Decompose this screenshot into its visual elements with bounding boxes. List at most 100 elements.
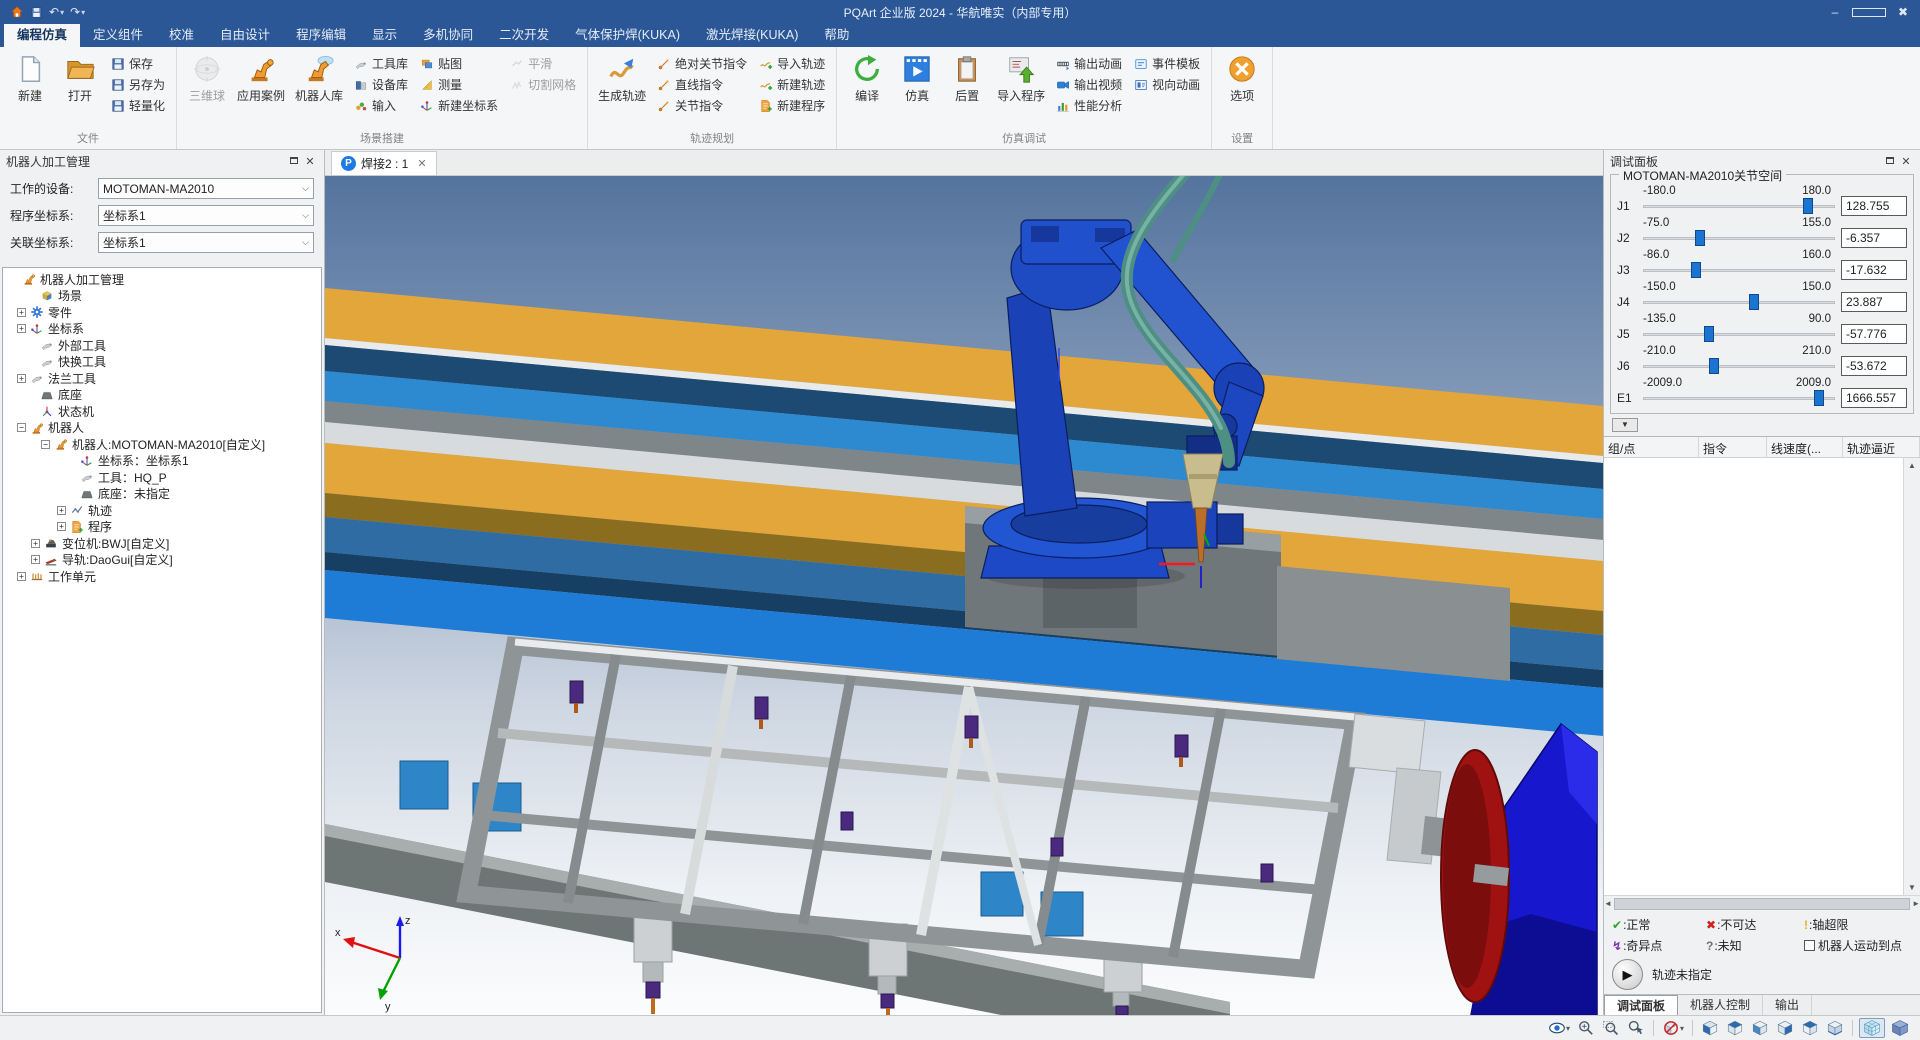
- j5-slider-thumb[interactable]: [1704, 326, 1714, 342]
- e1-slider-thumb[interactable]: [1814, 390, 1824, 406]
- event-template-button[interactable]: 事件模板: [1128, 53, 1206, 74]
- tree-item-state-machine[interactable]: 状态机: [3, 403, 321, 420]
- tab-define-component[interactable]: 定义组件: [80, 24, 156, 47]
- view-bottom-icon[interactable]: [1824, 1018, 1846, 1038]
- minimize-button[interactable]: –: [1818, 0, 1852, 24]
- float-panel-icon[interactable]: [1882, 155, 1898, 167]
- j4-slider[interactable]: [1643, 293, 1835, 311]
- j3-slider-thumb[interactable]: [1691, 262, 1701, 278]
- save-as-button[interactable]: 另存为: [105, 74, 171, 95]
- tab-output[interactable]: 输出: [1763, 995, 1812, 1015]
- export-video-button[interactable]: 输出视频: [1050, 74, 1128, 95]
- column-header-linear-speed[interactable]: 线速度(...: [1767, 437, 1843, 457]
- scroll-up-icon[interactable]: ▲: [1908, 458, 1916, 473]
- j2-value-input[interactable]: -6.357: [1841, 228, 1907, 248]
- scrollbar-thumb[interactable]: [1614, 898, 1910, 910]
- linked-coord-select[interactable]: 坐标系1⌵: [98, 232, 314, 253]
- tree-item-quick-tools[interactable]: 快换工具: [3, 354, 321, 371]
- import-program-button[interactable]: 导入程序: [992, 50, 1050, 132]
- view-orientation-icon[interactable]: ▾: [1546, 1018, 1572, 1038]
- save-button[interactable]: 保存: [105, 53, 171, 74]
- export-animation-button[interactable]: 输出动画: [1050, 53, 1128, 74]
- j1-value-input[interactable]: 128.755: [1841, 196, 1907, 216]
- tree-item-robot-coord[interactable]: 坐标系：坐标系1: [3, 453, 321, 470]
- tree-item-rail[interactable]: +导轨:DaoGui[自定义]: [3, 552, 321, 569]
- app-cases-button[interactable]: 应用案例: [232, 50, 290, 132]
- view-animation-button[interactable]: 视向动画: [1128, 74, 1206, 95]
- tab-laser-welding-kuka[interactable]: 激光焊接(KUKA): [693, 24, 811, 47]
- j3-slider[interactable]: [1643, 261, 1835, 279]
- play-trajectory-button[interactable]: ▶: [1612, 959, 1643, 990]
- smooth-button[interactable]: 平滑: [504, 53, 582, 74]
- j1-slider[interactable]: [1643, 197, 1835, 215]
- scroll-down-icon[interactable]: ▼: [1908, 880, 1916, 895]
- j5-slider[interactable]: [1643, 325, 1835, 343]
- new-coord-button[interactable]: 新建坐标系: [414, 95, 504, 116]
- collapse-icon[interactable]: −: [41, 440, 50, 449]
- tab-robot-control[interactable]: 机器人控制: [1678, 995, 1763, 1015]
- zoom-window-icon[interactable]: [1600, 1018, 1622, 1038]
- tab-program-edit[interactable]: 程序编辑: [283, 24, 359, 47]
- redo-button[interactable]: ↷▾: [70, 5, 85, 19]
- maximize-button[interactable]: [1852, 0, 1886, 24]
- view-back-icon[interactable]: [1724, 1018, 1746, 1038]
- compile-button[interactable]: 编译: [842, 50, 892, 132]
- scroll-left-icon[interactable]: ◄: [1604, 896, 1612, 911]
- column-header-group-point[interactable]: 组/点: [1604, 437, 1699, 457]
- texture-button[interactable]: 贴图: [414, 53, 504, 74]
- close-panel-icon[interactable]: ✕: [1898, 155, 1914, 168]
- robot-library-button[interactable]: 机器人库: [290, 50, 348, 132]
- j6-slider[interactable]: [1643, 357, 1835, 375]
- j4-value-input[interactable]: 23.887: [1841, 292, 1907, 312]
- tree-item-flange-tools[interactable]: +法兰工具: [3, 370, 321, 387]
- view-right-icon[interactable]: [1774, 1018, 1796, 1038]
- e1-value-input[interactable]: 1666.557: [1841, 388, 1907, 408]
- measure-button[interactable]: 测量: [414, 74, 504, 95]
- e1-slider[interactable]: [1643, 389, 1835, 407]
- table-vertical-scrollbar[interactable]: ▲ ▼: [1903, 458, 1920, 895]
- tree-item-robot-base[interactable]: 底座：未指定: [3, 486, 321, 503]
- viewport-3d-scene[interactable]: z x y: [325, 176, 1603, 1015]
- zoom-in-icon[interactable]: [1575, 1018, 1597, 1038]
- j4-slider-thumb[interactable]: [1749, 294, 1759, 310]
- import-button[interactable]: 输入: [348, 95, 414, 116]
- close-button[interactable]: ✖: [1886, 0, 1920, 24]
- positioner-disc[interactable]: [1441, 750, 1509, 1002]
- performance-analysis-button[interactable]: 性能分析: [1050, 95, 1128, 116]
- new-trajectory-button[interactable]: 新建轨迹: [753, 74, 831, 95]
- tab-display[interactable]: 显示: [359, 24, 410, 47]
- tab-help[interactable]: 帮助: [811, 24, 862, 47]
- post-process-button[interactable]: 后置: [942, 50, 992, 132]
- tree-item-external-tools[interactable]: 外部工具: [3, 337, 321, 354]
- 3d-ball-button[interactable]: 三维球: [182, 50, 232, 132]
- simulate-button[interactable]: 仿真: [892, 50, 942, 132]
- expand-icon[interactable]: +: [57, 522, 66, 531]
- float-panel-icon[interactable]: [286, 155, 302, 167]
- generate-trajectory-button[interactable]: 生成轨迹: [593, 50, 651, 132]
- column-header-command[interactable]: 指令: [1699, 437, 1767, 457]
- scroll-right-icon[interactable]: ►: [1912, 896, 1920, 911]
- table-horizontal-scrollbar[interactable]: ◄ ►: [1604, 895, 1920, 911]
- tree-item-robots[interactable]: −机器人: [3, 420, 321, 437]
- j6-value-input[interactable]: -53.672: [1841, 356, 1907, 376]
- tree-item-root[interactable]: 机器人加工管理: [3, 271, 321, 288]
- device-library-button[interactable]: 设备库: [348, 74, 414, 95]
- lightweight-button[interactable]: 轻量化: [105, 95, 171, 116]
- expand-icon[interactable]: +: [17, 374, 26, 383]
- open-button[interactable]: 打开: [55, 50, 105, 132]
- zoom-selected-icon[interactable]: [1625, 1018, 1647, 1038]
- joint-cmd-button[interactable]: 关节指令: [651, 95, 753, 116]
- checkbox-icon[interactable]: [1804, 940, 1815, 951]
- tab-calibration[interactable]: 校准: [156, 24, 207, 47]
- j1-slider-thumb[interactable]: [1803, 198, 1813, 214]
- document-tab-welding2[interactable]: P 焊接2 : 1 ✕: [331, 151, 437, 175]
- tree-item-scene[interactable]: 场景: [3, 288, 321, 305]
- j3-value-input[interactable]: -17.632: [1841, 260, 1907, 280]
- expand-icon[interactable]: +: [31, 539, 40, 548]
- expand-icon[interactable]: +: [31, 555, 40, 564]
- view-wireframe-icon[interactable]: [1859, 1018, 1885, 1038]
- tree-item-positioner[interactable]: +变位机:BWJ[自定义]: [3, 535, 321, 552]
- tree-item-base[interactable]: 底座: [3, 387, 321, 404]
- close-panel-icon[interactable]: ✕: [302, 155, 318, 168]
- expand-icon[interactable]: +: [17, 324, 26, 333]
